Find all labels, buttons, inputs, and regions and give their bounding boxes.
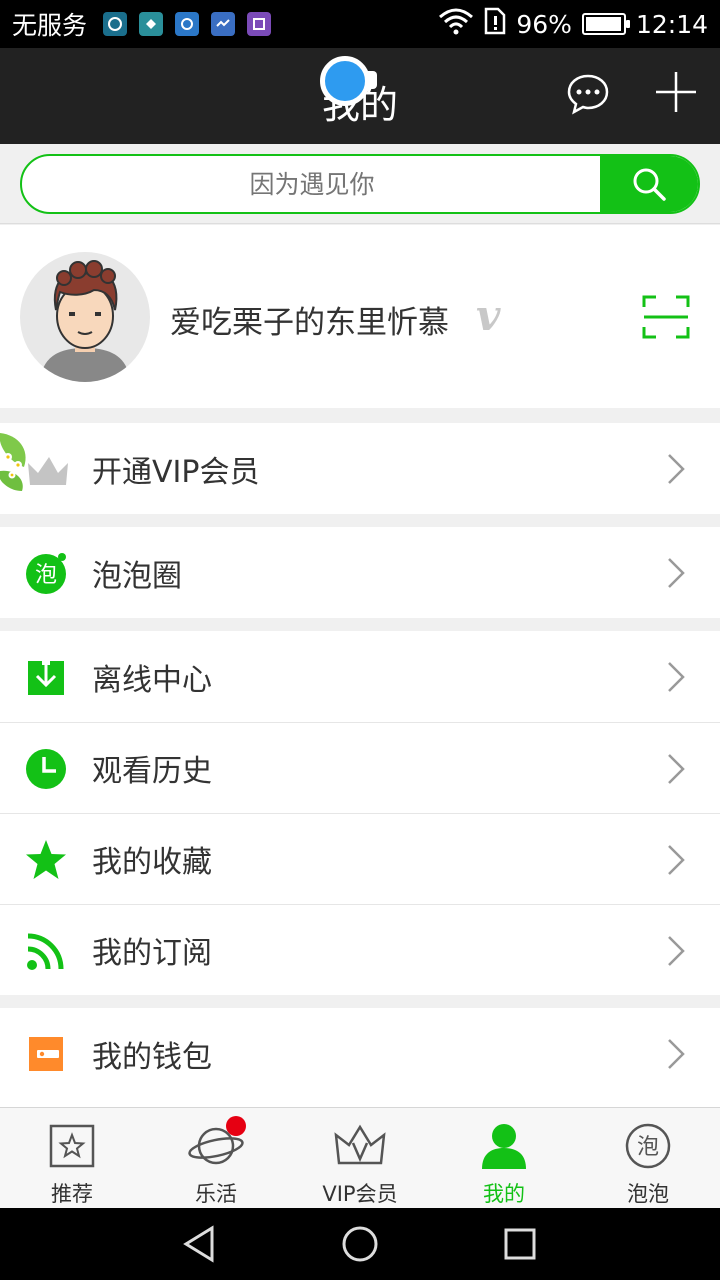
- sim-alert-icon: [484, 7, 506, 41]
- chevron-right-icon: [668, 936, 685, 966]
- vip-group: 开通VIP会员: [0, 423, 720, 514]
- menu-item-subscriptions[interactable]: 我的订阅: [0, 904, 720, 995]
- home-icon[interactable]: [334, 1218, 386, 1270]
- menu-item-label: 我的收藏: [92, 845, 212, 880]
- search-bar: [0, 144, 720, 224]
- bubble-group: 泡 泡泡圈: [0, 527, 720, 618]
- menu-item-history[interactable]: 观看历史: [0, 722, 720, 813]
- tab-mine[interactable]: 我的: [432, 1108, 576, 1208]
- tab-label: 推荐: [51, 1182, 93, 1206]
- app-notification-icon: [139, 12, 164, 36]
- wallet-group: 我的钱包: [0, 1008, 720, 1107]
- notification-dot: [226, 1116, 246, 1136]
- battery-icon: [581, 13, 630, 35]
- back-icon[interactable]: [174, 1218, 226, 1270]
- carrier-label: 无服务: [12, 11, 88, 40]
- chevron-right-icon: [668, 558, 685, 588]
- tab-bubble[interactable]: 泡 泡泡: [576, 1108, 720, 1208]
- svg-text:泡: 泡: [637, 1135, 659, 1160]
- chevron-right-icon: [668, 1039, 685, 1069]
- tab-label: 我的: [483, 1182, 525, 1206]
- search-box: [20, 154, 700, 214]
- notification-icons: [103, 12, 272, 36]
- tab-recommend[interactable]: 推荐: [0, 1108, 144, 1208]
- bubble-icon: 泡: [618, 1120, 678, 1172]
- verified-badge: v: [476, 291, 501, 340]
- menu-item-label: 我的钱包: [92, 1039, 212, 1075]
- bubble-icon: 泡: [24, 551, 68, 595]
- wifi-icon: [438, 7, 474, 41]
- tab-label: VIP会员: [322, 1182, 398, 1206]
- menu-item-offline[interactable]: 离线中心: [0, 631, 720, 722]
- scan-icon[interactable]: [642, 295, 690, 339]
- username[interactable]: 爱吃栗子的东里忻慕: [170, 297, 449, 342]
- app-notification-icon: [247, 12, 272, 36]
- chevron-right-icon: [668, 662, 685, 692]
- rss-icon: [24, 929, 68, 973]
- menu-item-label: 观看历史: [92, 754, 212, 789]
- profile-card[interactable]: 爱吃栗子的东里忻慕 v: [0, 225, 720, 408]
- chevron-right-icon: [668, 454, 685, 484]
- chevron-right-icon: [668, 845, 685, 875]
- app-notification-icon: [175, 12, 200, 36]
- plus-icon[interactable]: [654, 70, 698, 114]
- search-button[interactable]: [600, 156, 698, 212]
- app-notification-icon: [103, 12, 128, 36]
- crown-icon: [330, 1120, 390, 1172]
- recents-icon[interactable]: [494, 1218, 546, 1270]
- menu-item-bubble-circle[interactable]: 泡 泡泡圈: [0, 527, 720, 618]
- star-icon: [24, 838, 68, 882]
- tab-vip[interactable]: VIP会员: [288, 1108, 432, 1208]
- search-icon: [633, 168, 666, 201]
- chat-bubble-icon[interactable]: [566, 72, 610, 116]
- leaf-decoration-icon: [0, 423, 72, 514]
- system-nav-bar: [0, 1208, 720, 1280]
- menu-item-label: 我的订阅: [92, 936, 212, 971]
- star-box-icon: [42, 1120, 102, 1172]
- menu-item-vip[interactable]: 开通VIP会员: [0, 423, 720, 514]
- battery-percent: 96%: [516, 9, 572, 39]
- status-bar: 无服务 96% 12:14: [0, 0, 720, 48]
- menu-item-label: 离线中心: [92, 662, 212, 698]
- menu-item-label: 开通VIP会员: [92, 454, 260, 490]
- tab-label: 泡泡: [627, 1182, 669, 1206]
- app-notification-icon: [211, 12, 236, 36]
- menu-item-favorites[interactable]: 我的收藏: [0, 813, 720, 904]
- clock: 12:14: [635, 9, 708, 39]
- wallet-icon: [24, 1032, 68, 1076]
- tab-lifestyle[interactable]: 乐活: [144, 1108, 288, 1208]
- media-group: 离线中心 观看历史 我的收藏 我的订阅: [0, 631, 720, 995]
- tab-label: 乐活: [195, 1182, 237, 1206]
- clock-icon: [24, 747, 68, 791]
- bottom-tab-bar: 推荐 乐活 VIP会员 我的 泡 泡泡: [0, 1107, 720, 1208]
- search-input[interactable]: [22, 156, 602, 212]
- menu-item-wallet[interactable]: 我的钱包: [0, 1008, 720, 1099]
- svg-text:泡: 泡: [35, 563, 57, 588]
- person-icon: [474, 1120, 534, 1172]
- download-icon: [24, 655, 68, 699]
- menu-item-label: 泡泡圈: [92, 558, 182, 594]
- floating-camera-icon[interactable]: [320, 56, 377, 106]
- avatar[interactable]: [20, 252, 150, 382]
- chevron-right-icon: [668, 754, 685, 784]
